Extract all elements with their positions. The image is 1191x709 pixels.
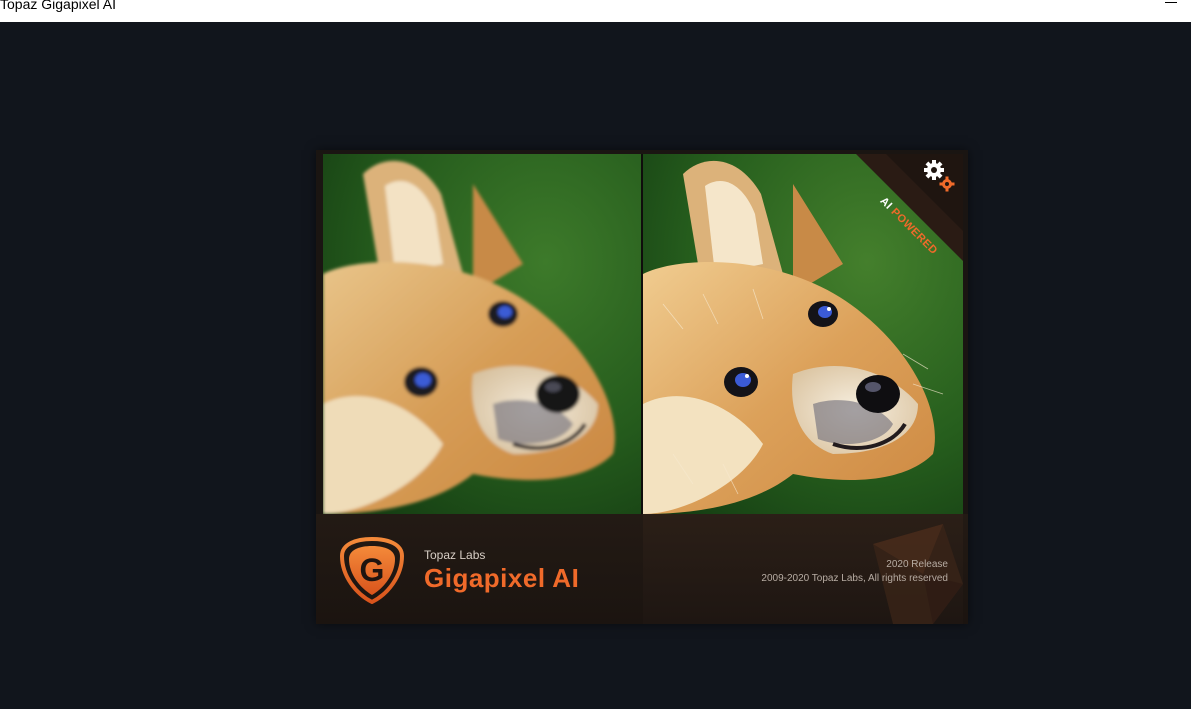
minimize-icon [1165,2,1177,3]
copyright-text: 2009-2020 Topaz Labs, All rights reserve… [761,573,948,584]
release-label: 2020 Release [886,559,948,570]
logo-letter: G [360,552,385,588]
fox-photo-after [643,154,963,514]
splash-screen: G Topaz Labs Gigapixel AI 2020 Release 2… [316,150,968,624]
company-name: Topaz Labs [424,548,486,562]
splash-footer: G Topaz Labs Gigapixel AI 2020 Release 2… [316,514,968,624]
minimize-button[interactable] [1158,0,1184,16]
fox-image-before [323,154,641,514]
gigapixel-logo-icon: G [339,536,405,604]
product-name: Gigapixel AI [424,563,580,593]
fox-photo-before [323,154,641,514]
window-title: Topaz Gigapixel AI [0,0,116,12]
window-titlebar: Topaz Gigapixel AI [0,0,1191,22]
fox-image-after [643,154,963,514]
gear-icon [924,160,955,192]
